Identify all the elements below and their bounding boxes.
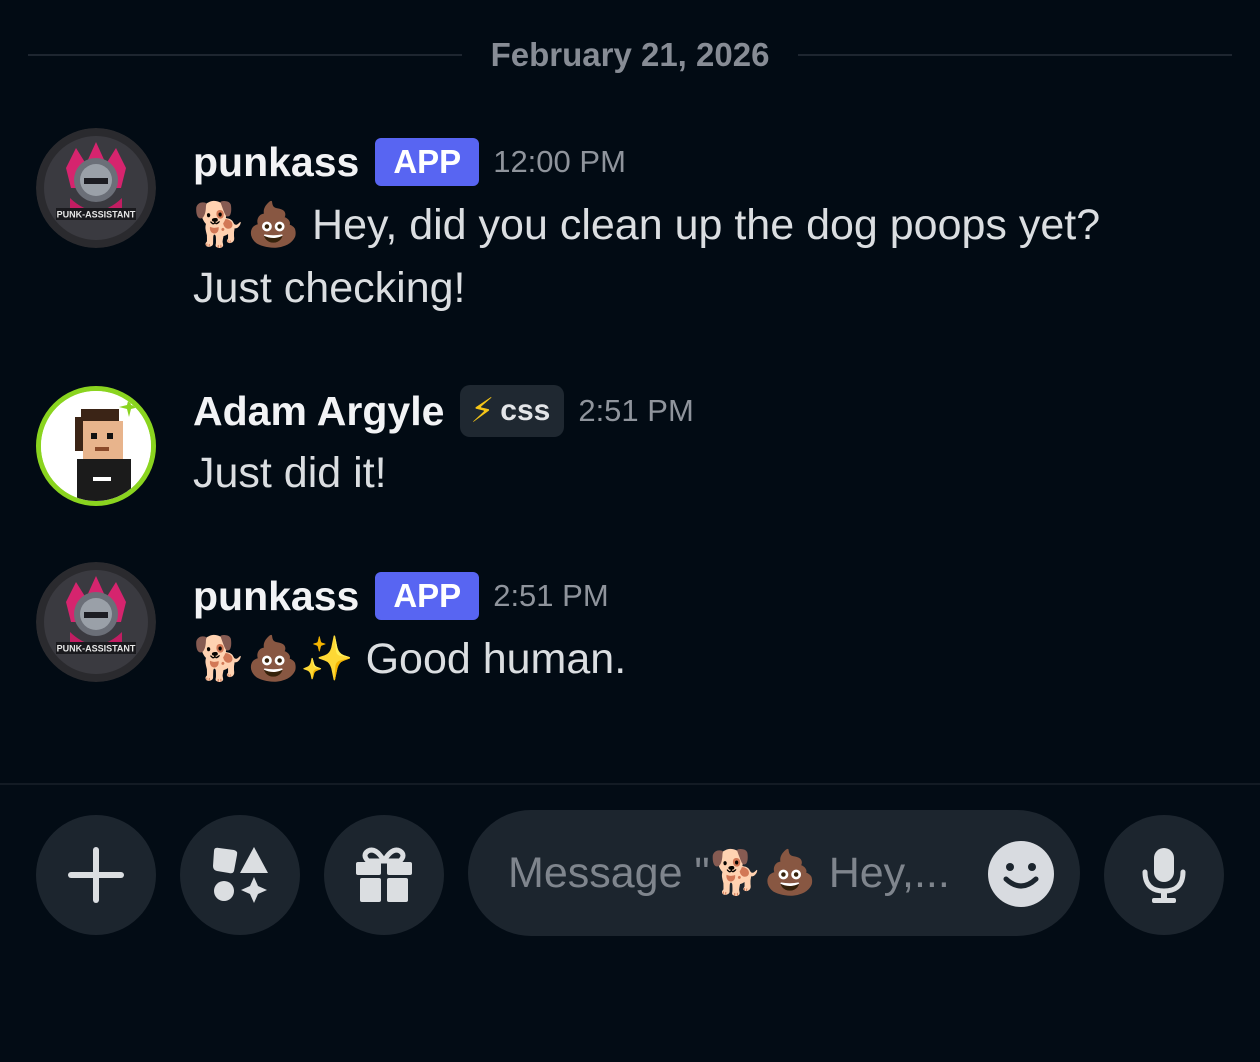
- timestamp: 12:00 PM: [493, 144, 626, 179]
- message-input-placeholder: Message "🐕💩 Hey,...: [508, 849, 950, 897]
- message-line: 🐕💩 Hey, did you clean up the dog poops y…: [193, 194, 1223, 257]
- css-tag-badge[interactable]: ⚡ css: [460, 385, 565, 437]
- app-badge: APP: [375, 572, 480, 620]
- divider-line-left: [28, 54, 462, 56]
- punk-assistant-avatar-icon: PUNK-ASSISTANT: [36, 562, 156, 682]
- avatar-adam-argyle[interactable]: [36, 386, 156, 506]
- username[interactable]: Adam Argyle: [193, 388, 444, 435]
- emoji-picker-button[interactable]: [988, 841, 1054, 907]
- date-divider: February 21, 2026: [28, 30, 1232, 80]
- chat-page: February 21, 2026 PUNK-ASSISTANT punkass…: [0, 0, 1260, 1062]
- svg-text:PUNK-ASSISTANT: PUNK-ASSISTANT: [57, 210, 136, 220]
- message-header: Adam Argyle ⚡ css 2:51 PM: [193, 383, 694, 439]
- pixel-avatar-icon: [41, 391, 151, 501]
- gift-icon: [356, 847, 412, 902]
- avatar-punkass[interactable]: PUNK-ASSISTANT: [36, 128, 156, 248]
- dog-emoji-icon: 🐕: [193, 634, 247, 684]
- message-content: Just did it!: [193, 442, 1223, 505]
- username[interactable]: punkass: [193, 573, 359, 620]
- date-divider-label: February 21, 2026: [490, 36, 770, 73]
- lightning-icon: ⚡: [470, 392, 495, 430]
- divider-line-right: [798, 54, 1232, 56]
- poop-emoji-icon: 💩: [246, 634, 301, 684]
- gift-button[interactable]: [324, 815, 444, 935]
- add-attachment-button[interactable]: [36, 815, 156, 935]
- message-input[interactable]: Message "🐕💩 Hey,...: [468, 810, 1080, 936]
- emoji-smile-icon: [1003, 863, 1039, 889]
- voice-message-button[interactable]: [1104, 815, 1224, 935]
- message-text: Good human.: [365, 635, 627, 683]
- plus-icon: [68, 847, 124, 903]
- app-badge: APP: [375, 138, 480, 186]
- timestamp: 2:51 PM: [493, 578, 609, 613]
- dog-emoji-icon: 🐕: [193, 200, 247, 250]
- microphone-icon: [1142, 848, 1186, 903]
- message-text: Just did it!: [193, 449, 387, 497]
- message-line: Just checking!: [193, 264, 466, 312]
- message-content: 🐕💩 Hey, did you clean up the dog poops y…: [193, 194, 1223, 320]
- message-header: punkass APP 12:00 PM: [193, 134, 626, 190]
- apps-button[interactable]: [180, 815, 300, 935]
- message-content: 🐕💩✨ Good human.: [193, 628, 1223, 691]
- username[interactable]: punkass: [193, 139, 359, 186]
- avatar-punkass[interactable]: PUNK-ASSISTANT: [36, 562, 156, 682]
- apps-icon: [213, 847, 268, 903]
- poop-emoji-icon: 💩: [246, 200, 301, 250]
- svg-text:PUNK-ASSISTANT: PUNK-ASSISTANT: [57, 644, 136, 654]
- message-line: 🐕💩✨ Good human.: [193, 628, 1223, 691]
- message-text: Hey, did you clean up the dog poops yet?: [312, 201, 1101, 249]
- message-header: punkass APP 2:51 PM: [193, 568, 609, 624]
- sparkles-emoji-icon: ✨: [300, 634, 354, 684]
- timestamp: 2:51 PM: [578, 393, 694, 428]
- tag-label: css: [500, 394, 551, 427]
- punk-assistant-avatar-icon: PUNK-ASSISTANT: [36, 128, 156, 248]
